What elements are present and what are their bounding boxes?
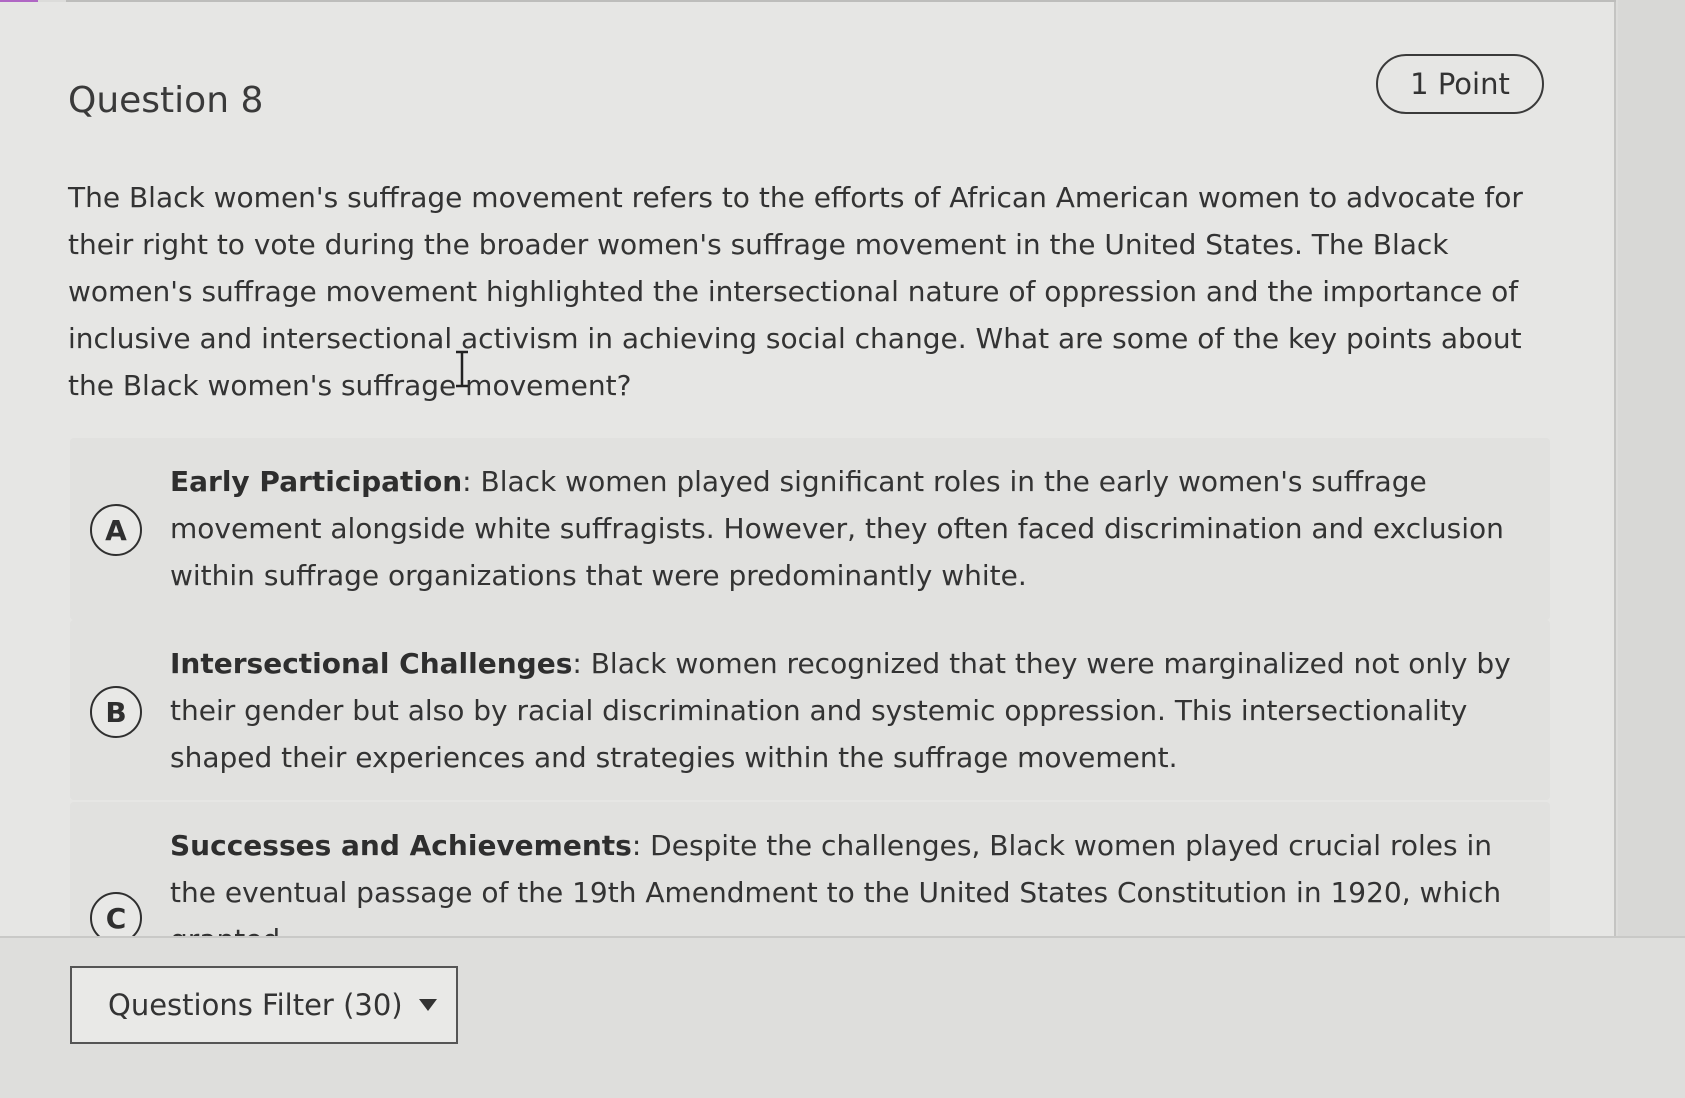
answer-option-c[interactable]: C Successes and Achievements: Despite th… bbox=[70, 802, 1550, 936]
answer-option-b[interactable]: B Intersectional Challenges: Black women… bbox=[70, 620, 1550, 800]
questions-filter-label: Questions Filter (30) bbox=[108, 988, 403, 1022]
question-prompt: The Black women's suffrage movement refe… bbox=[68, 181, 1523, 402]
option-b-heading: Intersectional Challenges bbox=[170, 647, 573, 680]
caret-down-icon bbox=[418, 999, 437, 1011]
points-badge: 1 Point bbox=[1376, 54, 1544, 114]
question-panel: Question 8 1 Point The Black women's suf… bbox=[0, 2, 1616, 936]
option-c-radio[interactable]: C bbox=[90, 892, 142, 936]
option-a-radio[interactable]: A bbox=[90, 504, 142, 556]
option-b-text: Intersectional Challenges: Black women r… bbox=[170, 640, 1540, 781]
footer-bar: Questions Filter (30) bbox=[0, 936, 1685, 1098]
questions-filter-dropdown[interactable]: Questions Filter (30) bbox=[70, 966, 458, 1044]
option-a-text: Early Participation: Black women played … bbox=[170, 458, 1540, 599]
option-c-heading: Successes and Achievements bbox=[170, 829, 632, 862]
text-cursor-icon bbox=[456, 350, 468, 388]
option-a-heading: Early Participation bbox=[170, 465, 463, 498]
answer-option-a[interactable]: A Early Participation: Black women playe… bbox=[70, 438, 1550, 620]
option-c-text: Successes and Achievements: Despite the … bbox=[170, 822, 1540, 936]
option-b-radio[interactable]: B bbox=[90, 686, 142, 738]
right-scroll-region bbox=[1618, 0, 1685, 936]
question-title: Question 8 bbox=[68, 80, 264, 121]
